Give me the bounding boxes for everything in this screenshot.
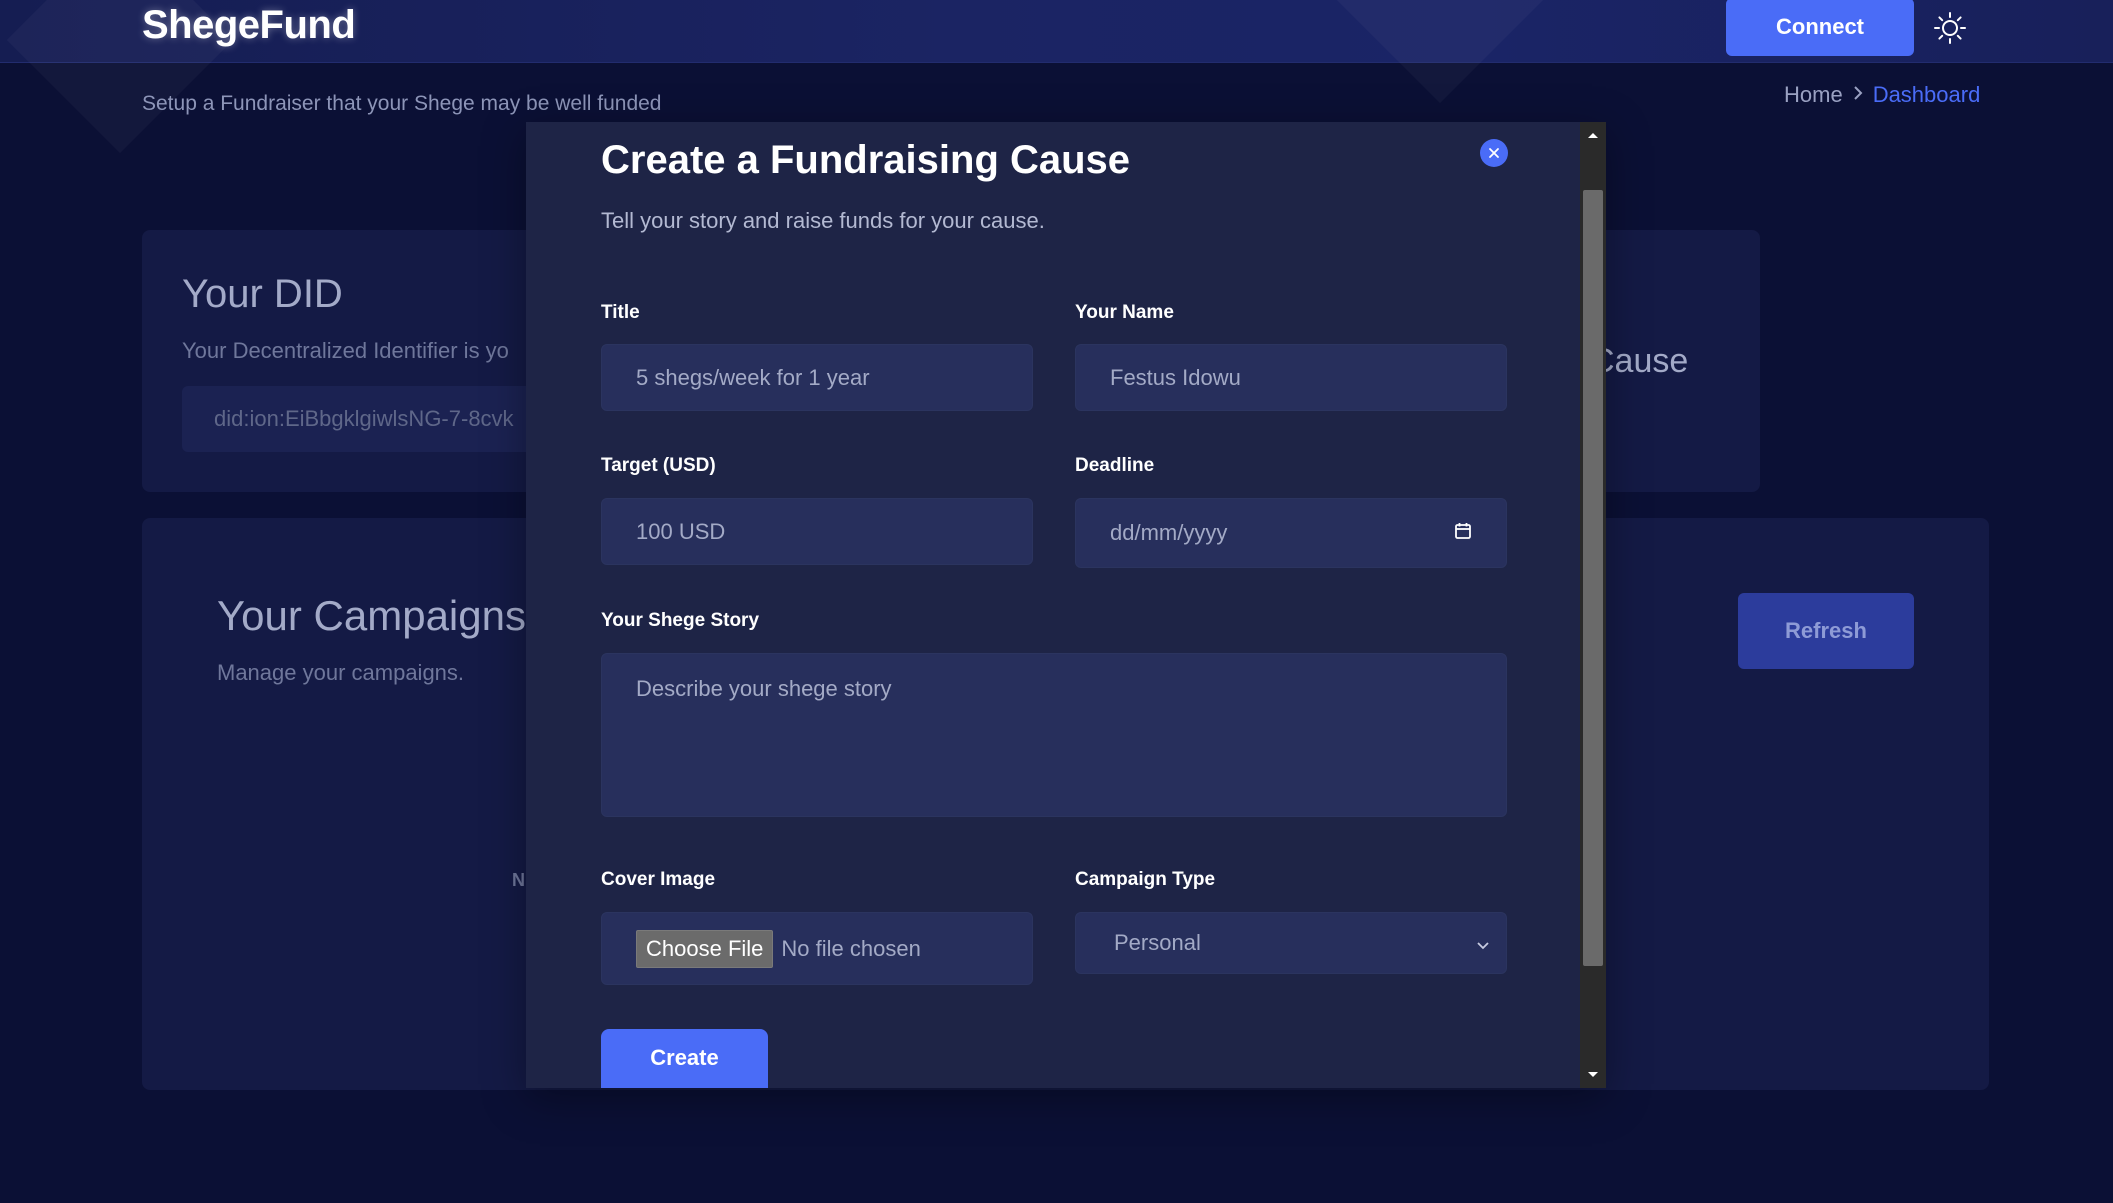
modal-scrollbar[interactable] [1580,122,1606,1088]
choose-file-button[interactable]: Choose File [636,929,774,968]
breadcrumb-home[interactable]: Home [1784,82,1843,108]
breadcrumb: Home Dashboard [1784,82,1980,108]
deadline-placeholder: dd/mm/yyyy [1110,520,1228,545]
story-label: Your Shege Story [601,610,760,631]
target-label: Target (USD) [601,455,716,476]
breadcrumb-current: Dashboard [1872,82,1981,107]
sun-icon[interactable] [1932,10,1968,46]
title-label: Title [601,302,640,323]
did-description: Your Decentralized Identifier is yo [182,338,509,363]
campaign-type-value: Personal [1114,930,1201,955]
refresh-button[interactable]: Refresh [1738,593,1914,669]
story-textarea[interactable]: Describe your shege story [601,653,1507,817]
scroll-down-arrow-icon[interactable] [1580,1062,1606,1088]
modal-content: Create a Fundraising Cause Tell your sto… [526,122,1580,1088]
file-status: No file chosen [781,935,921,961]
deadline-input[interactable]: dd/mm/yyyy [1075,498,1507,568]
app-root: ShegeFund Connect Setup a Fundraiser tha… [0,0,2113,1203]
modal-title: Create a Fundraising Cause [601,138,1131,182]
name-input[interactable]: Festus Idowu [1075,344,1507,411]
chevron-down-icon [1476,930,1490,956]
campaigns-description: Manage your campaigns. [217,660,465,685]
logo[interactable]: ShegeFund [142,3,356,48]
cover-image-input[interactable]: Choose File No file chosen [601,912,1033,985]
campaign-type-select[interactable]: Personal [1075,912,1507,974]
create-cause-modal: Create a Fundraising Cause Tell your sto… [526,122,1606,1088]
deadline-label: Deadline [1075,455,1155,476]
page-subtitle: Setup a Fundraiser that your Shege may b… [142,92,662,115]
target-input[interactable]: 100 USD [601,498,1033,565]
scrollbar-thumb[interactable] [1583,190,1603,966]
connect-button[interactable]: Connect [1726,0,1914,56]
scroll-up-arrow-icon[interactable] [1580,122,1606,148]
did-title: Your DID [182,272,343,316]
campaigns-text-fragment: N [512,870,525,890]
campaign-type-label: Campaign Type [1075,869,1216,890]
campaigns-title: Your Campaigns [217,592,526,639]
name-label: Your Name [1075,302,1174,323]
close-icon[interactable] [1480,139,1508,167]
chevron-right-icon [1851,84,1865,107]
create-button[interactable]: Create [601,1029,768,1088]
cover-image-label: Cover Image [601,869,716,890]
modal-subtitle: Tell your story and raise funds for your… [601,208,1045,233]
top-nav: ShegeFund Connect [0,0,2113,63]
title-input[interactable]: 5 shegs/week for 1 year [601,344,1033,411]
header-decoration [1327,0,1553,103]
calendar-icon[interactable] [1454,520,1472,546]
